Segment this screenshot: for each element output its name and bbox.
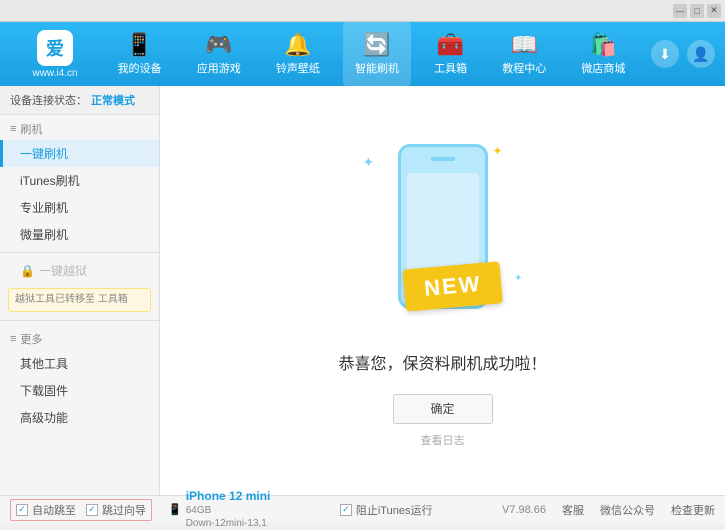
title-bar: — □ ✕ bbox=[0, 0, 725, 22]
logo[interactable]: 爱 www.i4.cn bbox=[10, 30, 100, 79]
nav-toolbox[interactable]: 🧰 工具箱 bbox=[422, 22, 479, 86]
ringtone-label: 铃声壁纸 bbox=[276, 60, 320, 76]
sidebar-item-download-firmware[interactable]: 下载固件 bbox=[0, 377, 159, 404]
logo-icon: 爱 bbox=[37, 30, 73, 66]
sparkle-top: ✦ bbox=[492, 144, 502, 158]
content-area: ✦ ✦ ✦ NEW 恭喜您，保资料刷机成功啦！ 确定 查看日志 bbox=[160, 86, 725, 495]
more-section-icon: ≡ bbox=[10, 333, 16, 345]
auto-jump-label: 自动跳至 bbox=[32, 502, 76, 518]
logo-site: www.i4.cn bbox=[32, 68, 77, 79]
minimize-button[interactable]: — bbox=[673, 4, 687, 18]
stop-itunes-area: ✓ 阻止iTunes运行 bbox=[340, 502, 433, 518]
sidebar-section-jailbreak: 🔒 一键越狱 bbox=[0, 257, 159, 284]
app-game-icon: 🎮 bbox=[205, 32, 232, 58]
tutorial-icon: 📖 bbox=[511, 32, 538, 58]
footer-left: ✓ 自动跳至 ✓ 跳过向导 📱 iPhone 12 mini 64GB Down… bbox=[10, 489, 270, 530]
nav-app-game[interactable]: 🎮 应用游戏 bbox=[185, 22, 253, 86]
stop-itunes-checkbox[interactable]: ✓ bbox=[340, 504, 352, 516]
flash-section-icon: ≡ bbox=[10, 123, 16, 135]
footer: ✓ 自动跳至 ✓ 跳过向导 📱 iPhone 12 mini 64GB Down… bbox=[0, 495, 725, 523]
sidebar-section-more: ≡ 更多 bbox=[0, 325, 159, 350]
skip-wizard-label: 跳过向导 bbox=[102, 502, 146, 518]
status-value: 正常模式 bbox=[91, 92, 135, 108]
sparkle-right: ✦ bbox=[514, 273, 522, 284]
nav-ringtone[interactable]: 🔔 铃声壁纸 bbox=[264, 22, 332, 86]
flash-section-title: 刷机 bbox=[20, 121, 42, 137]
connection-status: 设备连接状态： 正常模式 bbox=[0, 86, 159, 115]
new-badge: NEW bbox=[402, 261, 503, 311]
nav-smart-flash[interactable]: 🔄 智能刷机 bbox=[343, 22, 411, 86]
tutorial-label: 教程中心 bbox=[502, 60, 546, 76]
weidian-icon: 🛍️ bbox=[590, 32, 617, 58]
device-name: iPhone 12 mini bbox=[186, 489, 271, 505]
status-label: 设备连接状态： bbox=[10, 92, 87, 108]
close-button[interactable]: ✕ bbox=[707, 4, 721, 18]
smart-flash-icon: 🔄 bbox=[363, 32, 390, 58]
sidebar-item-itunes-flash[interactable]: iTunes刷机 bbox=[0, 167, 159, 194]
toolbox-icon: 🧰 bbox=[437, 32, 464, 58]
smart-flash-label: 智能刷机 bbox=[355, 60, 399, 76]
header: 爱 www.i4.cn 📱 我的设备 🎮 应用游戏 🔔 铃声壁纸 🔄 智能刷机 … bbox=[0, 22, 725, 86]
stop-itunes-label: 阻止iTunes运行 bbox=[356, 502, 433, 518]
phone-icon: 📱 bbox=[168, 503, 182, 516]
success-illustration: ✦ ✦ ✦ NEW bbox=[353, 134, 533, 334]
device-capacity: 64GB bbox=[186, 504, 271, 517]
main-area: 设备连接状态： 正常模式 ≡ 刷机 一键刷机 iTunes刷机 专业刷机 微量刷… bbox=[0, 86, 725, 495]
footer-right: V7.98.66 客服 微信公众号 检查更新 bbox=[502, 502, 715, 518]
toolbox-label: 工具箱 bbox=[434, 60, 467, 76]
restore-button[interactable]: □ bbox=[690, 4, 704, 18]
success-message: 恭喜您，保资料刷机成功啦！ bbox=[338, 350, 546, 374]
nav-weidian[interactable]: 🛍️ 微店商城 bbox=[569, 22, 637, 86]
device-info: 📱 iPhone 12 mini 64GB Down-12mini-13,1 bbox=[168, 489, 270, 530]
sidebar-divider-1 bbox=[0, 252, 159, 253]
account-button[interactable]: 👤 bbox=[687, 40, 715, 68]
nav-bar: 📱 我的设备 🎮 应用游戏 🔔 铃声壁纸 🔄 智能刷机 🧰 工具箱 📖 教程中心… bbox=[100, 22, 643, 86]
download-button[interactable]: ⬇ bbox=[651, 40, 679, 68]
skip-wizard-checkbox[interactable]: ✓ bbox=[86, 504, 98, 516]
version-label: V7.98.66 bbox=[502, 504, 546, 516]
check-update-link[interactable]: 检查更新 bbox=[671, 502, 715, 518]
lock-icon: 🔒 bbox=[20, 264, 35, 278]
auto-jump-checkbox[interactable]: ✓ bbox=[16, 504, 28, 516]
nav-tutorial[interactable]: 📖 教程中心 bbox=[490, 22, 558, 86]
phone-speaker bbox=[431, 157, 455, 161]
sidebar-section-flash: ≡ 刷机 bbox=[0, 115, 159, 140]
jailbreak-label: 一键越狱 bbox=[39, 262, 87, 279]
more-section-title: 更多 bbox=[20, 331, 42, 347]
sidebar-item-other-tools[interactable]: 其他工具 bbox=[0, 350, 159, 377]
confirm-button[interactable]: 确定 bbox=[393, 394, 493, 424]
my-device-label: 我的设备 bbox=[118, 60, 162, 76]
app-game-label: 应用游戏 bbox=[197, 60, 241, 76]
sidebar: 设备连接状态： 正常模式 ≡ 刷机 一键刷机 iTunes刷机 专业刷机 微量刷… bbox=[0, 86, 160, 495]
view-log-link[interactable]: 查看日志 bbox=[421, 432, 465, 448]
my-device-icon: 📱 bbox=[126, 32, 153, 58]
window-controls: — □ ✕ bbox=[673, 4, 721, 18]
jailbreak-warning: 越狱工具已转移至 工具箱 bbox=[8, 288, 151, 312]
device-model: Down-12mini-13,1 bbox=[186, 517, 271, 530]
sparkle-left: ✦ bbox=[363, 154, 375, 171]
nav-my-device[interactable]: 📱 我的设备 bbox=[106, 22, 174, 86]
ringtone-icon: 🔔 bbox=[284, 32, 311, 58]
device-details: iPhone 12 mini 64GB Down-12mini-13,1 bbox=[186, 489, 271, 530]
wechat-official-link[interactable]: 微信公众号 bbox=[600, 502, 655, 518]
footer-checkboxes: ✓ 自动跳至 ✓ 跳过向导 bbox=[10, 499, 152, 521]
sidebar-divider-2 bbox=[0, 320, 159, 321]
sidebar-item-advanced[interactable]: 高级功能 bbox=[0, 404, 159, 431]
sidebar-item-pro-flash[interactable]: 专业刷机 bbox=[0, 194, 159, 221]
sidebar-item-one-click-flash[interactable]: 一键刷机 bbox=[0, 140, 159, 167]
weidian-label: 微店商城 bbox=[581, 60, 625, 76]
customer-service-link[interactable]: 客服 bbox=[562, 502, 584, 518]
header-actions: ⬇ 👤 bbox=[651, 40, 715, 68]
sidebar-item-data-flash[interactable]: 微量刷机 bbox=[0, 221, 159, 248]
